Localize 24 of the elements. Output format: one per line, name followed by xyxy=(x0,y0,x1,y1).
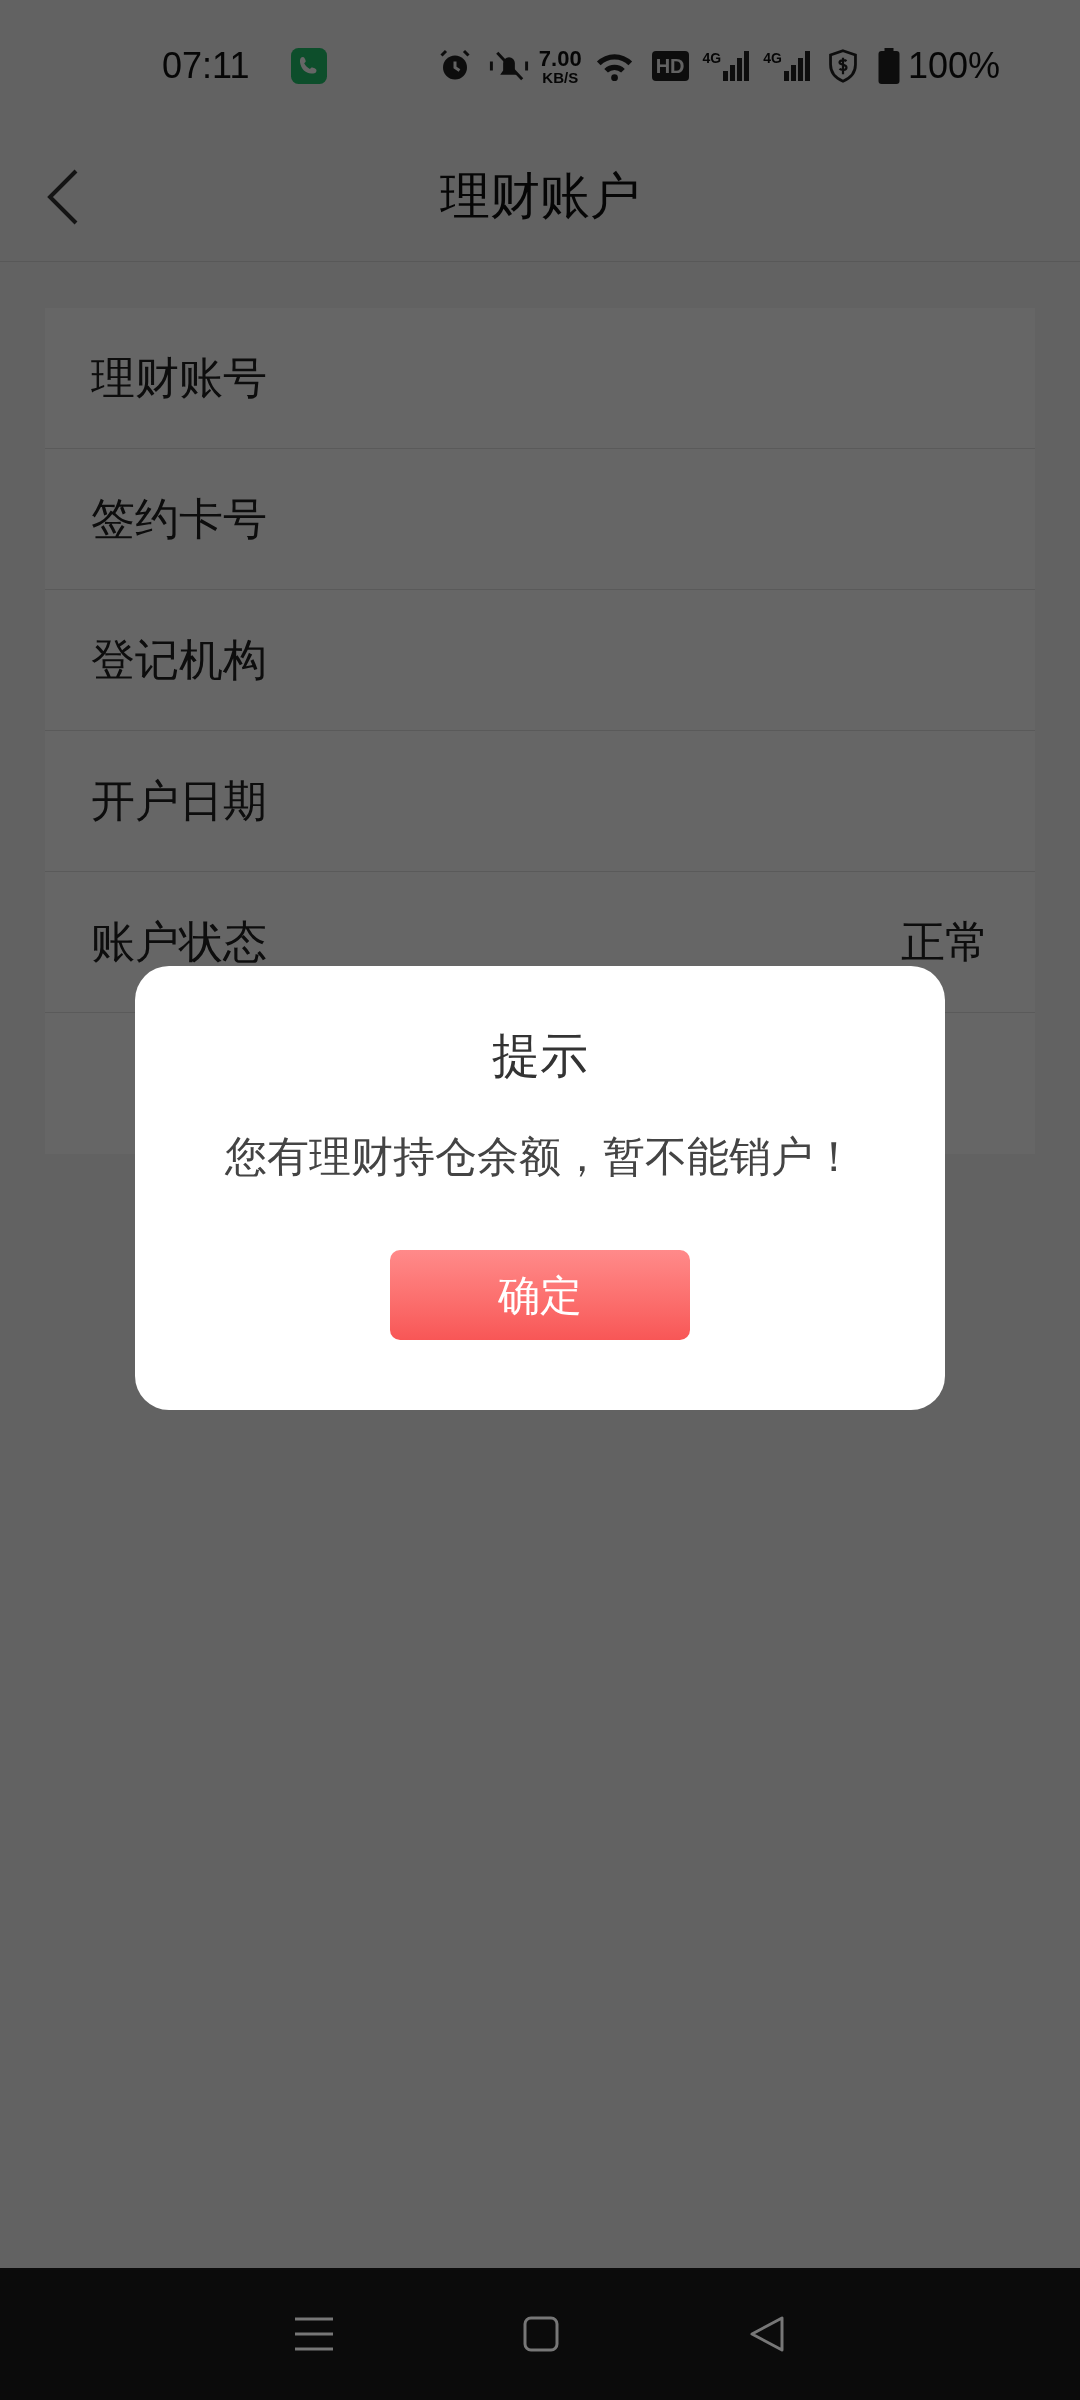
row-value: 正常 xyxy=(901,916,989,968)
speed-unit: KB/S xyxy=(542,69,579,85)
menu-icon[interactable] xyxy=(295,2316,333,2352)
network-speed: 7.00 xyxy=(538,47,582,70)
row-label: 登记机构 xyxy=(91,634,267,686)
hd-badge: HD xyxy=(651,51,689,81)
battery-percent: 100% xyxy=(907,44,1000,88)
confirm-button[interactable]: 确定 xyxy=(390,1250,690,1340)
network-type: 4G xyxy=(763,51,782,65)
dialog-title: 提示 xyxy=(492,1032,588,1080)
back-nav-icon[interactable] xyxy=(749,2315,785,2353)
signal-icon xyxy=(783,51,810,81)
phone-icon xyxy=(291,48,328,84)
signal-icon xyxy=(723,51,750,81)
home-icon[interactable] xyxy=(523,2316,559,2352)
row-label: 理财账号 xyxy=(91,352,267,404)
row-label: 签约卡号 xyxy=(91,493,267,545)
status-time: 07:11 xyxy=(162,44,250,88)
network-type: 4G xyxy=(702,51,722,65)
battery-icon xyxy=(877,48,900,84)
dialog-message: 您有理财持仓余额，暂不能销户！ xyxy=(225,1136,855,1178)
row-label: 账户状态 xyxy=(91,916,267,968)
row-label: 开户日期 xyxy=(91,775,267,827)
page-title: 理财账户 xyxy=(440,167,640,226)
